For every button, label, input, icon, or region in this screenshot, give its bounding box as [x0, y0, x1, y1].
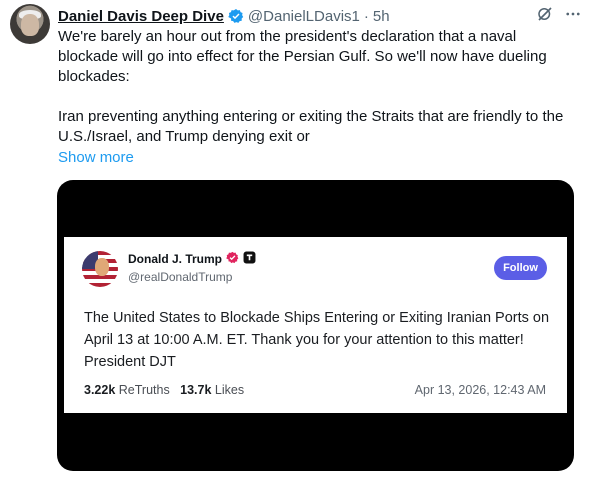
avatar-face — [21, 14, 39, 36]
truth-social-icon — [243, 251, 256, 267]
post-time[interactable]: 5h — [373, 8, 390, 25]
embedded-post-text: The United States to Blockade Ships Ente… — [84, 310, 550, 370]
embedded-author-handle: @realDonaldTrump — [128, 270, 233, 284]
likes-count: 13.7k — [180, 383, 212, 397]
post-header: Daniel Davis Deep Dive @DanielLDavis1 · … — [58, 5, 390, 27]
show-more-link[interactable]: Show more — [58, 149, 134, 166]
post-media[interactable]: Donald J. Trump @realDonaldTrump Follow … — [57, 180, 574, 471]
follow-button: Follow — [494, 256, 547, 280]
embedded-avatar — [82, 251, 118, 287]
verified-badge-icon[interactable] — [228, 8, 244, 24]
separator-dot: · — [363, 7, 369, 25]
embedded-verified-icon — [226, 251, 239, 267]
author-handle[interactable]: @DanielLDavis1 — [248, 8, 360, 25]
embedded-name-row: Donald J. Trump — [128, 251, 256, 267]
embedded-stats: 3.22k ReTruths 13.7k Likes — [84, 383, 244, 397]
embedded-author-name: Donald J. Trump — [128, 252, 223, 266]
author-name[interactable]: Daniel Davis Deep Dive — [58, 8, 224, 25]
embedded-truth-card: Donald J. Trump @realDonaldTrump Follow … — [64, 237, 567, 413]
retruths-count: 3.22k — [84, 383, 116, 397]
post-actions-top — [536, 5, 582, 28]
embedded-date: Apr 13, 2026, 12:43 AM — [414, 383, 546, 397]
post-text: We're barely an hour out from the presid… — [58, 28, 564, 145]
author-avatar[interactable] — [10, 4, 50, 44]
more-options-icon[interactable] — [564, 5, 582, 28]
likes-label: Likes — [214, 383, 245, 397]
grok-icon[interactable] — [536, 5, 554, 28]
avatar-head — [95, 258, 109, 276]
retruths-label: ReTruths — [118, 383, 170, 397]
